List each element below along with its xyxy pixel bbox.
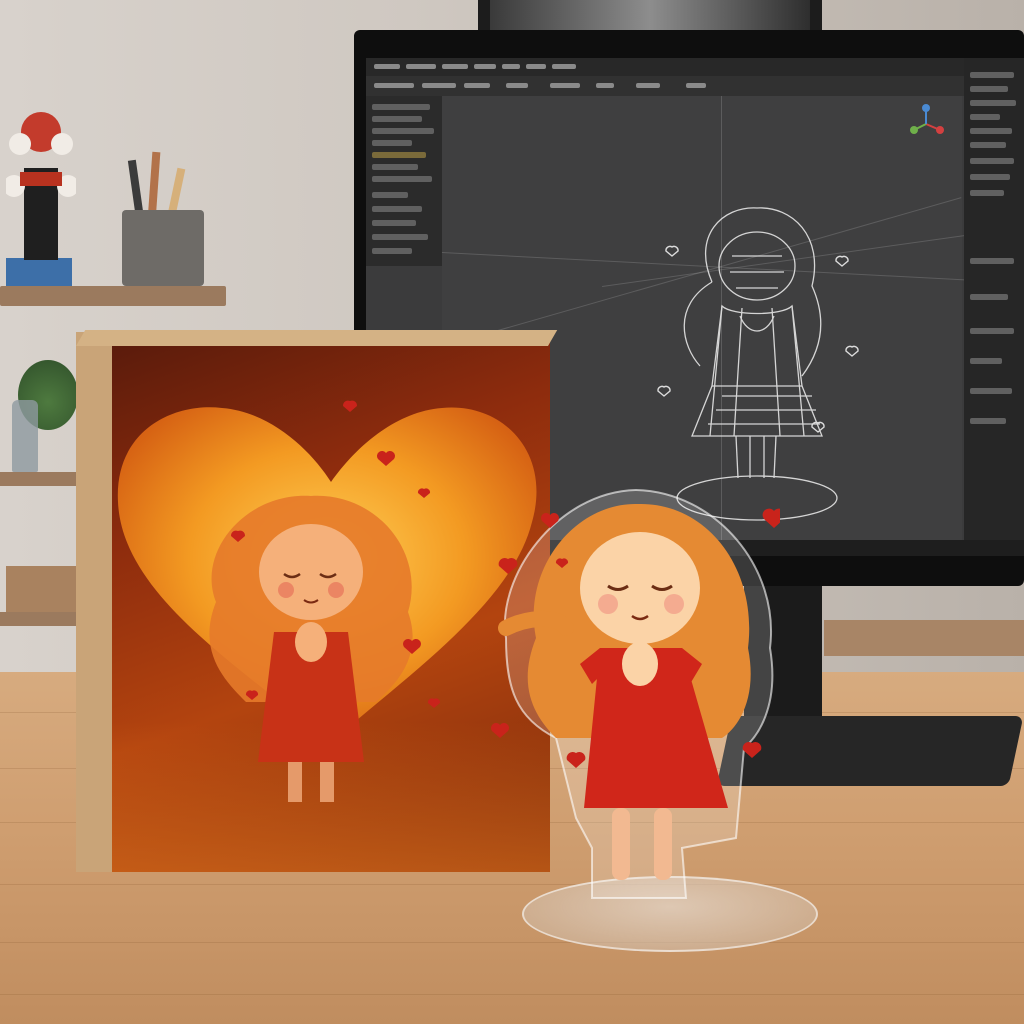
app-menubar xyxy=(366,58,1024,76)
wireframe-girl-model xyxy=(657,207,859,521)
heart-icon-group xyxy=(230,400,518,738)
acrylic-standee-girl xyxy=(498,488,780,899)
background-bench xyxy=(824,620,1024,656)
properties-panel xyxy=(964,58,1024,542)
product-box-top xyxy=(76,330,558,346)
storage-box xyxy=(6,566,76,612)
product-box-artwork xyxy=(112,342,550,872)
axis-gizmo-icon[interactable] xyxy=(906,104,946,144)
glass-bottle xyxy=(12,400,38,472)
bookshelf-board xyxy=(0,472,78,486)
toy-figure xyxy=(6,112,76,286)
bookshelf-board-lower xyxy=(0,612,78,626)
wall-shelf xyxy=(0,286,226,306)
app-toolbar xyxy=(366,76,1024,96)
pencil-cup xyxy=(122,210,204,286)
product-box-side xyxy=(76,332,116,872)
scene-outliner-panel xyxy=(366,96,442,266)
